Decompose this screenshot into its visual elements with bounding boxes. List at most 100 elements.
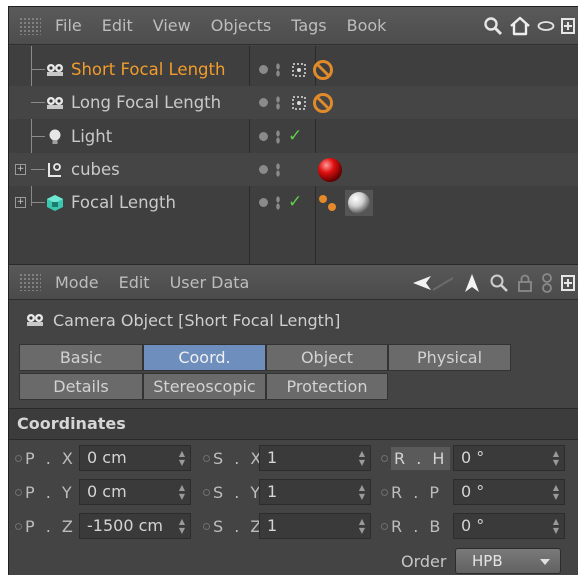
rotation-p-field[interactable]: 0 ° ▲ ▼	[453, 479, 565, 505]
null-object-icon	[48, 162, 61, 177]
position-y-field[interactable]: 0 cm ▲ ▼	[79, 479, 191, 505]
object-name[interactable]: Light	[71, 127, 112, 146]
editor-visibility-dot[interactable]	[259, 198, 268, 207]
order-value: HPB	[472, 552, 503, 570]
target-tag-icon[interactable]	[292, 95, 306, 110]
tab-basic[interactable]: Basic	[19, 344, 143, 371]
coord-row: P . Z -1500 cm ▲ ▼ S . Z 1 ▲ ▼ R . B 0 ° ▲ ▼	[9, 512, 578, 542]
ellipse-icon[interactable]	[537, 20, 555, 32]
tab-stereoscopic[interactable]: Stereoscopic	[143, 373, 266, 400]
rotation-h-field[interactable]: 0 ° ▲ ▼	[453, 445, 565, 471]
spinner-icon: ▲ ▼	[178, 517, 186, 535]
menu-edit[interactable]: Edit	[102, 16, 133, 35]
tab-details[interactable]: Details	[19, 373, 143, 400]
render-visibility-dots[interactable]	[276, 62, 280, 77]
object-title: Camera Object [Short Focal Length]	[53, 310, 341, 330]
phong-tag-icon[interactable]	[317, 192, 339, 214]
keyframe-radio[interactable]	[15, 522, 22, 530]
keyframe-radio[interactable]	[203, 454, 210, 462]
lock-icon[interactable]	[517, 273, 533, 293]
material-red-tag-icon[interactable]	[317, 157, 343, 183]
editor-visibility-dot[interactable]	[259, 132, 268, 141]
arrow-left-icon[interactable]	[411, 274, 455, 292]
menu-file[interactable]: File	[55, 16, 82, 35]
rotation-b-field[interactable]: 0 ° ▲ ▼	[453, 513, 565, 539]
keyframe-radio[interactable]	[15, 488, 22, 496]
menu-book[interactable]: Book	[347, 16, 387, 35]
chain-icon[interactable]	[541, 272, 553, 294]
render-visibility-dots[interactable]	[276, 162, 280, 177]
object-row[interactable]: Light ✓	[9, 120, 578, 153]
keyframe-radio[interactable]	[15, 454, 22, 462]
object-name[interactable]: Focal Length	[71, 193, 176, 212]
new-window-icon[interactable]	[561, 16, 575, 36]
editor-visibility-dot[interactable]	[259, 98, 268, 107]
panel-grip-icon[interactable]	[19, 16, 41, 35]
order-dropdown[interactable]: HPB	[455, 548, 561, 574]
position-x-field[interactable]: 0 cm ▲ ▼	[79, 445, 191, 471]
menu-mode[interactable]: Mode	[55, 273, 99, 292]
menu-view[interactable]: View	[153, 16, 191, 35]
keyframe-radio[interactable]	[203, 522, 210, 530]
field-label: R . H	[391, 446, 451, 470]
tab-protection[interactable]: Protection	[266, 373, 388, 400]
new-window-icon[interactable]	[561, 273, 575, 293]
keyframe-radio[interactable]	[381, 488, 388, 496]
tab-object[interactable]: Object	[266, 344, 388, 371]
menu-edit[interactable]: Edit	[119, 273, 150, 292]
spinner-icon: ▲ ▼	[552, 483, 560, 501]
arrow-up-icon[interactable]	[463, 273, 481, 293]
menu-objects[interactable]: Objects	[211, 16, 271, 35]
object-row[interactable]: + Focal Length ✓	[9, 186, 578, 219]
object-row[interactable]: Short Focal Length	[9, 53, 578, 86]
field-label: P . X	[25, 448, 76, 468]
spinner-icon: ▲ ▼	[358, 517, 366, 535]
object-name[interactable]: Long Focal Length	[71, 93, 221, 112]
menu-user-data[interactable]: User Data	[170, 273, 250, 292]
field-label: S . X	[213, 448, 265, 468]
rotation-order: Order HPB	[9, 548, 578, 575]
attribute-title: Camera Object [Short Focal Length]	[9, 303, 578, 337]
protection-tag-icon[interactable]	[312, 92, 334, 114]
spinner-icon: ▲ ▼	[178, 483, 186, 501]
object-row[interactable]: + cubes	[9, 153, 578, 186]
search-icon[interactable]	[489, 273, 509, 293]
keyframe-radio[interactable]	[381, 522, 388, 530]
tab-physical[interactable]: Physical	[388, 344, 511, 371]
render-visibility-dots[interactable]	[276, 195, 280, 210]
render-visibility-dots[interactable]	[276, 95, 280, 110]
enabled-check-icon[interactable]: ✓	[288, 194, 302, 211]
scale-z-field[interactable]: 1 ▲ ▼	[259, 513, 371, 539]
cube-icon	[47, 194, 63, 211]
panel-grip-icon[interactable]	[19, 273, 41, 291]
scale-x-field[interactable]: 1 ▲ ▼	[259, 445, 371, 471]
camera-icon	[27, 314, 43, 326]
tab-coord[interactable]: Coord.	[143, 344, 266, 371]
protection-tag-icon[interactable]	[312, 59, 334, 81]
enabled-check-icon[interactable]: ✓	[288, 128, 302, 145]
scale-y-field[interactable]: 1 ▲ ▼	[259, 479, 371, 505]
home-icon[interactable]	[509, 16, 531, 36]
keyframe-radio[interactable]	[381, 454, 388, 462]
position-z-field[interactable]: -1500 cm ▲ ▼	[79, 513, 191, 539]
field-label: S . Z	[213, 516, 265, 536]
attribute-manager-menubar: Mode Edit User Data	[9, 264, 578, 300]
target-tag-icon[interactable]	[292, 62, 306, 77]
expand-toggle-icon[interactable]: +	[15, 197, 26, 208]
coord-row: P . Y 0 cm ▲ ▼ S . Y 1 ▲ ▼ R . P 0 ° ▲ ▼	[9, 478, 578, 508]
object-manager: Short Focal Length Long Focal Length Lig…	[9, 46, 578, 264]
object-row[interactable]: Long Focal Length	[9, 86, 578, 119]
object-name[interactable]: Short Focal Length	[71, 60, 225, 79]
editor-visibility-dot[interactable]	[259, 65, 268, 74]
menu-tags[interactable]: Tags	[291, 16, 326, 35]
editor-visibility-dot[interactable]	[259, 165, 268, 174]
field-label: P . Z	[25, 516, 76, 536]
keyframe-radio[interactable]	[203, 488, 210, 496]
search-icon[interactable]	[483, 16, 503, 36]
render-visibility-dots[interactable]	[276, 129, 280, 144]
section-header[interactable]: Coordinates	[9, 408, 578, 440]
material-white-tag-icon[interactable]	[345, 189, 373, 216]
object-name[interactable]: cubes	[71, 160, 120, 179]
expand-toggle-icon[interactable]: +	[15, 164, 26, 175]
spinner-icon: ▲ ▼	[552, 449, 560, 467]
